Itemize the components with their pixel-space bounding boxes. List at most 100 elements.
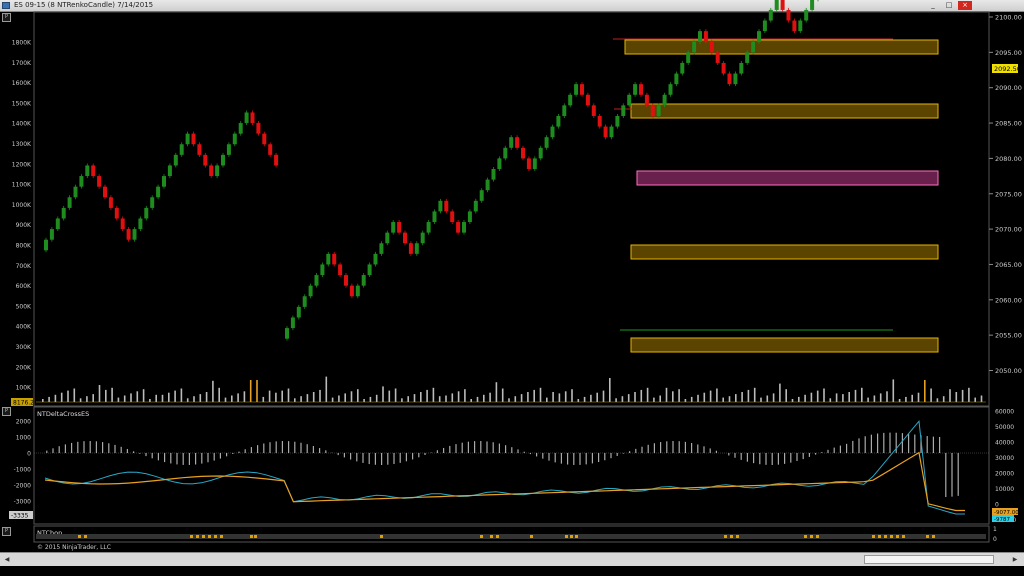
delta-histogram-bar [684, 441, 686, 453]
renko-up-brick [574, 84, 579, 95]
renko-down-brick [603, 126, 608, 138]
renko-up-brick [692, 41, 697, 53]
horizontal-scrollbar[interactable]: ◀ ▶ [0, 552, 1024, 566]
volume-bar [300, 396, 302, 402]
renko-up-brick [285, 328, 289, 339]
delta-histogram-bar [461, 442, 463, 453]
delta-histogram-bar [901, 433, 903, 453]
scroll-left-arrow-icon[interactable]: ◀ [2, 555, 12, 564]
chop-dot [208, 535, 211, 538]
renko-up-brick [538, 147, 543, 159]
chop-dot [878, 535, 881, 538]
delta-histogram-bar [877, 433, 879, 453]
price-tick-label: 2050.00 [995, 367, 1022, 375]
volume-bar [520, 394, 523, 402]
delta-histogram-bar [709, 448, 711, 453]
volume-bar [325, 376, 328, 402]
delta-histogram-bar [108, 443, 110, 453]
delta-histogram-bar [777, 453, 779, 465]
delta-histogram-bar [46, 450, 48, 453]
volume-bar [968, 387, 970, 402]
renko-up-brick [173, 154, 178, 166]
volume-bar [697, 394, 699, 402]
zone-mid-upper [630, 103, 939, 119]
delta-histogram-bar [796, 453, 798, 462]
renko-down-brick [709, 41, 714, 53]
renko-up-brick [633, 84, 638, 95]
renko-up-brick [156, 186, 161, 198]
renko-up-brick [751, 41, 756, 53]
renko-up-brick [85, 165, 90, 177]
chop-dot [730, 535, 733, 538]
delta-histogram-bar [846, 443, 848, 453]
delta-histogram-bar [58, 446, 60, 453]
delta-histogram-bar [306, 444, 308, 453]
zone-lower [630, 337, 939, 353]
delta-histogram-bar [839, 445, 841, 453]
delta-left-tick-label: -3000 [14, 499, 32, 506]
delta-histogram-bar [374, 453, 376, 465]
renko-up-brick [544, 137, 549, 148]
volume-bar [394, 388, 397, 402]
delta-histogram-bar [908, 433, 910, 453]
renko-up-brick [656, 105, 661, 116]
chart-canvas[interactable]: 2100.00 2095.00 2090.00 2085.00 2080.00 2075.… [0, 0, 1024, 552]
volume-bar [432, 387, 435, 402]
volume-bar [974, 397, 976, 402]
delta-histogram-bar [157, 453, 159, 461]
chop-dot [926, 535, 929, 538]
delta-histogram-bar [281, 441, 283, 453]
delta-histogram-bar [858, 438, 860, 453]
renko-down-brick [97, 176, 102, 187]
volume-bar [294, 398, 296, 402]
renko-up-brick [138, 218, 143, 230]
volume-bar [753, 387, 756, 402]
delta-histogram-bar [467, 441, 469, 453]
chop-dot [736, 535, 739, 538]
volume-bars-layer [42, 376, 983, 402]
renko-down-brick [108, 197, 113, 208]
renko-up-brick [615, 115, 620, 127]
delta-histogram-bar [604, 453, 606, 461]
volume-bar [67, 390, 69, 402]
renko-up-brick [361, 275, 366, 286]
delta-histogram-bar [678, 441, 680, 453]
chop-dot [570, 535, 573, 538]
renko-down-brick [114, 207, 119, 219]
delta-right-tick-label: 20000 [995, 471, 1014, 478]
renko-down-brick [703, 31, 708, 42]
renko-up-brick [550, 126, 555, 138]
delta-right-tick-label: 0 [995, 502, 999, 509]
chop-dot [254, 535, 257, 538]
renko-up-brick [61, 207, 66, 219]
volume-bar [256, 380, 258, 402]
renko-up-brick [674, 73, 679, 85]
volume-bar [54, 394, 57, 402]
volume-bar [583, 396, 586, 402]
chop-dot [724, 535, 727, 538]
delta-histogram-bar [182, 453, 184, 465]
volume-bar [722, 397, 724, 402]
volume-tick-label: 1800K [12, 40, 32, 47]
scroll-right-arrow-icon[interactable]: ▶ [1010, 555, 1020, 564]
delta-histogram-bar [102, 442, 104, 453]
scrollbar-thumb[interactable] [864, 555, 994, 564]
delta-histogram-bar [852, 440, 854, 453]
delta-left-tick-label: -1000 [14, 467, 32, 474]
renko-down-brick [792, 20, 797, 32]
chop-dot [496, 535, 499, 538]
volume-bar [980, 395, 983, 402]
volume-bar [842, 394, 844, 402]
delta-histogram-bar [139, 453, 141, 454]
delta-histogram-bar [523, 451, 525, 453]
chop-dot [872, 535, 875, 538]
volume-bar [905, 396, 907, 402]
volume-bar [703, 392, 706, 402]
volume-bar [772, 393, 775, 402]
renko-down-brick [338, 264, 343, 276]
renko-up-brick [739, 62, 744, 74]
delta-histogram-bar [579, 453, 581, 465]
delta-right-tick-label: 30000 [995, 455, 1014, 462]
volume-bar [684, 399, 687, 402]
renko-down-brick [715, 52, 720, 63]
